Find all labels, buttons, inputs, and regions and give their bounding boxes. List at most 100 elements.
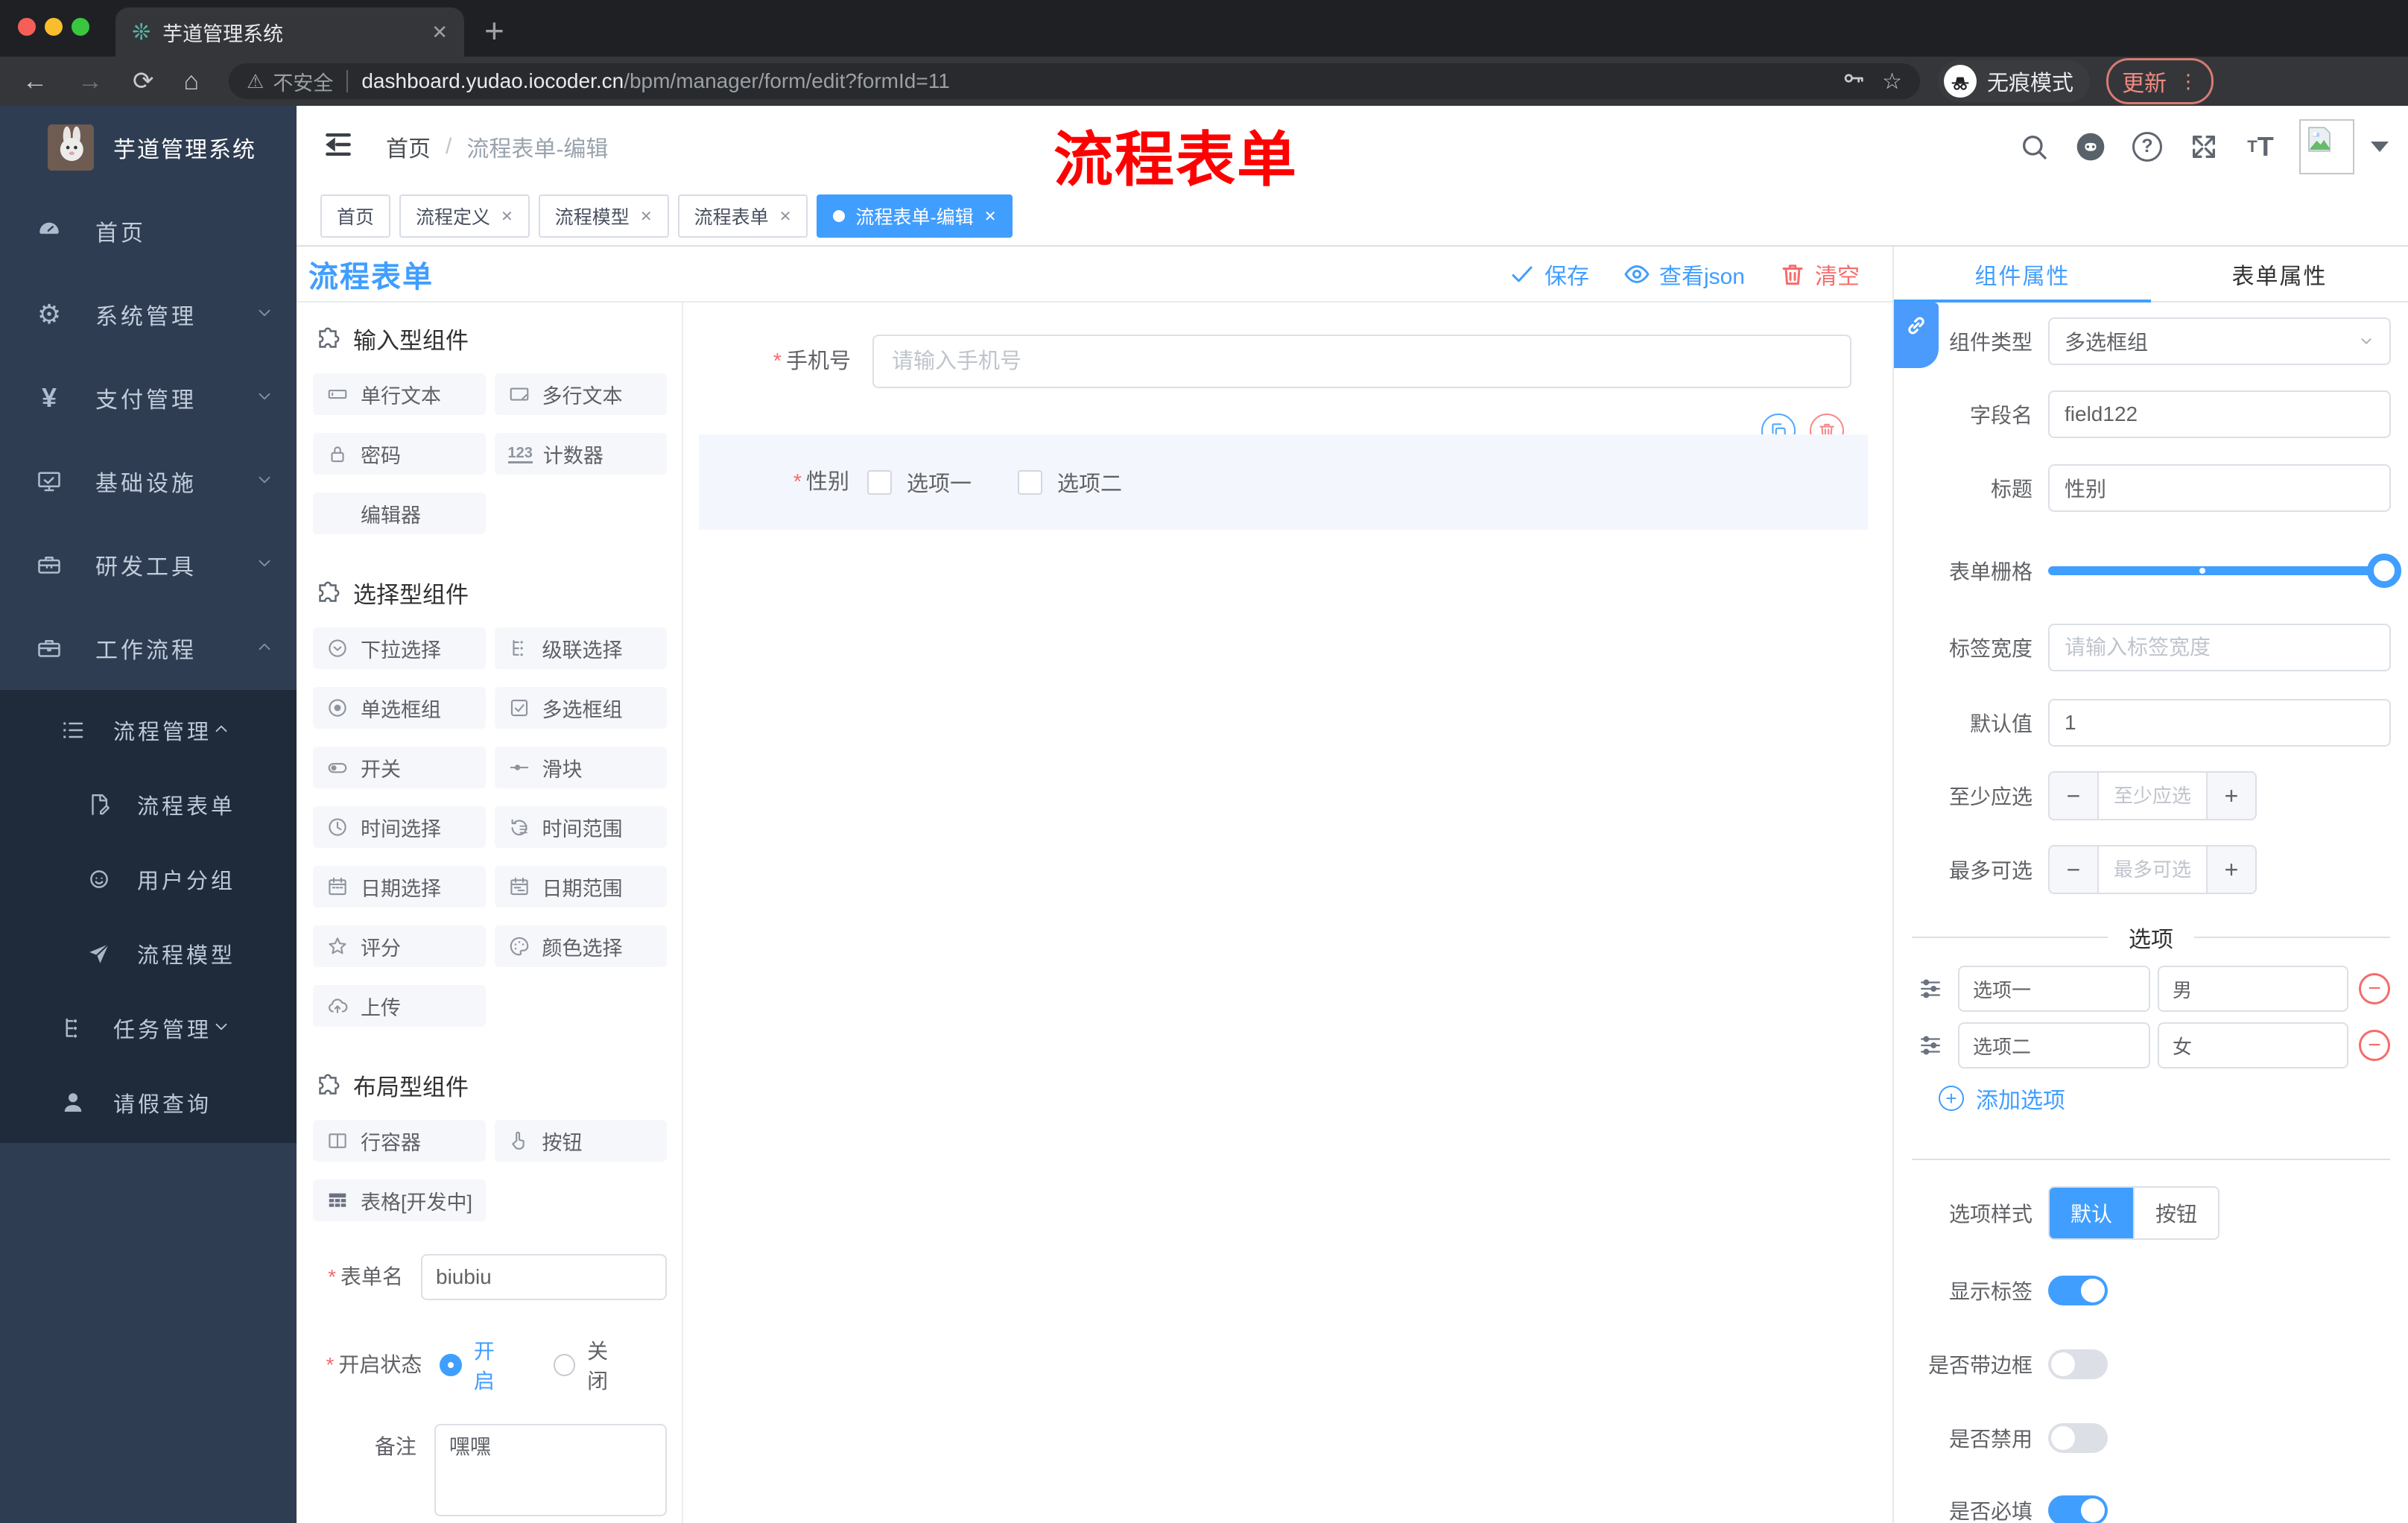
- label-width-input[interactable]: [2048, 624, 2391, 671]
- component-rate[interactable]: 评分: [313, 925, 486, 967]
- reload-icon[interactable]: ⟳: [133, 66, 154, 96]
- checkbox-option2[interactable]: [1018, 469, 1043, 495]
- tag-home[interactable]: 首页: [320, 194, 391, 238]
- form-remark-textarea[interactable]: 嘿嘿: [434, 1424, 667, 1516]
- option1-value-input[interactable]: [2158, 966, 2348, 1012]
- save-button[interactable]: 保存: [1509, 258, 1589, 291]
- default-value-input[interactable]: [2048, 699, 2391, 747]
- component-color-select[interactable]: 颜色选择: [494, 925, 667, 967]
- new-tab-button[interactable]: +: [484, 10, 504, 51]
- zoom-window-button[interactable]: [72, 18, 89, 36]
- tag-process-model[interactable]: 流程模型 ✕: [538, 194, 669, 238]
- breadcrumb-home[interactable]: 首页: [386, 130, 431, 163]
- component-button[interactable]: 按钮: [494, 1120, 667, 1162]
- bookmark-star-icon[interactable]: ☆: [1882, 69, 1902, 95]
- add-option-button[interactable]: + 添加选项: [1939, 1082, 2065, 1115]
- browser-tab[interactable]: ❊ 芋道管理系统 ✕: [115, 7, 464, 57]
- sidebar-logo[interactable]: 芋道管理系统: [0, 106, 297, 189]
- max-checked-input[interactable]: [2099, 846, 2206, 893]
- sidebar-item-devtools[interactable]: 研发工具: [0, 523, 297, 607]
- phone-field-input[interactable]: [872, 335, 1851, 388]
- increase-button[interactable]: +: [2206, 773, 2255, 819]
- style-button-button[interactable]: 按钮: [2133, 1188, 2218, 1238]
- close-icon[interactable]: ✕: [640, 207, 653, 226]
- component-time-select[interactable]: 时间选择: [313, 806, 486, 848]
- sidebar-item-leave-query[interactable]: 请假查询: [0, 1066, 297, 1140]
- view-json-button[interactable]: 查看json: [1623, 258, 1745, 291]
- close-icon[interactable]: ✕: [501, 207, 513, 226]
- slider-handle[interactable]: [2367, 554, 2401, 588]
- browser-menu-icon[interactable]: ⋮: [2179, 72, 2198, 91]
- props-drawer-handle[interactable]: [1894, 303, 1939, 368]
- component-single-text[interactable]: 单行文本: [313, 373, 486, 415]
- min-checked-input[interactable]: [2099, 773, 2206, 819]
- home-icon[interactable]: ⌂: [184, 67, 200, 96]
- tag-process-definition[interactable]: 流程定义 ✕: [399, 194, 530, 238]
- field-name-input[interactable]: [2048, 390, 2391, 438]
- sidebar-item-home[interactable]: 首页: [0, 189, 297, 273]
- drag-handle-icon[interactable]: [1918, 976, 1943, 1001]
- chevron-down-icon[interactable]: [2371, 141, 2389, 152]
- component-dropdown[interactable]: 下拉选择: [313, 627, 486, 669]
- required-toggle[interactable]: [2048, 1495, 2108, 1523]
- style-default-button[interactable]: 默认: [2050, 1188, 2133, 1238]
- search-icon[interactable]: [2018, 130, 2050, 163]
- fullscreen-icon[interactable]: [2187, 130, 2220, 163]
- show-label-toggle[interactable]: [2048, 1276, 2108, 1305]
- decrease-button[interactable]: −: [2050, 773, 2099, 819]
- component-date-range[interactable]: 日期范围: [494, 866, 667, 908]
- sidebar-item-system[interactable]: ⚙ 系统管理: [0, 273, 297, 356]
- close-icon[interactable]: ✕: [779, 207, 792, 226]
- tag-process-form[interactable]: 流程表单 ✕: [677, 194, 808, 238]
- increase-button[interactable]: +: [2206, 846, 2255, 893]
- address-bar[interactable]: ⚠ 不安全 dashboard.yudao.iocoder.cn /bpm/ma…: [229, 63, 1921, 99]
- title-input[interactable]: [2048, 464, 2391, 512]
- sidebar-item-infrastructure[interactable]: 基础设施: [0, 440, 297, 523]
- component-type-select[interactable]: 多选框组: [2048, 317, 2391, 365]
- close-icon[interactable]: ✕: [984, 207, 997, 226]
- form-canvas[interactable]: *手机号 *性别 选项一 选项二: [683, 303, 1892, 1523]
- password-key-icon[interactable]: [1842, 66, 1866, 96]
- option2-value-input[interactable]: [2158, 1022, 2348, 1068]
- checkbox-option1[interactable]: [867, 469, 892, 495]
- collapse-sidebar-icon[interactable]: [322, 128, 355, 165]
- component-multi-text[interactable]: 多行文本: [494, 373, 667, 415]
- component-checkbox-group[interactable]: 多选框组: [494, 687, 667, 729]
- sidebar-item-process-model[interactable]: 流程模型: [0, 916, 297, 991]
- sidebar-item-task-mgmt[interactable]: 任务管理: [0, 991, 297, 1066]
- sidebar-item-process-mgmt[interactable]: 流程管理: [0, 693, 297, 767]
- avatar[interactable]: [2299, 118, 2354, 174]
- component-counter[interactable]: 123 计数器: [494, 433, 667, 475]
- form-name-input[interactable]: [421, 1254, 667, 1300]
- border-toggle[interactable]: [2048, 1349, 2108, 1379]
- close-tab-icon[interactable]: ✕: [431, 21, 448, 44]
- tab-form-props[interactable]: 表单属性: [2151, 247, 2408, 301]
- sidebar-item-workflow[interactable]: 工作流程: [0, 607, 297, 690]
- component-editor[interactable]: 编辑器: [313, 493, 486, 534]
- radio-open[interactable]: 开启: [440, 1335, 514, 1395]
- component-time-range[interactable]: 时间范围: [494, 806, 667, 848]
- component-row-container[interactable]: 行容器: [313, 1120, 486, 1162]
- font-size-icon[interactable]: TT: [2244, 130, 2277, 163]
- component-date-select[interactable]: 日期选择: [313, 866, 486, 908]
- tag-process-form-edit[interactable]: 流程表单-编辑 ✕: [817, 194, 1013, 238]
- help-icon[interactable]: ?: [2131, 130, 2164, 163]
- remove-option-button[interactable]: −: [2359, 973, 2390, 1004]
- radio-closed[interactable]: 关闭: [553, 1335, 628, 1395]
- component-upload[interactable]: 上传: [313, 985, 486, 1027]
- option2-label-input[interactable]: [1958, 1022, 2150, 1068]
- tab-component-props[interactable]: 组件属性: [1894, 247, 2151, 301]
- component-switch[interactable]: 开关: [313, 747, 486, 788]
- option1-label-input[interactable]: [1958, 966, 2150, 1012]
- form-grid-slider[interactable]: [2048, 554, 2401, 588]
- component-slider[interactable]: 滑块: [494, 747, 667, 788]
- component-password[interactable]: 密码: [313, 433, 486, 475]
- back-icon[interactable]: ←: [22, 67, 48, 96]
- component-cascade[interactable]: 级联选择: [494, 627, 667, 669]
- drag-handle-icon[interactable]: [1918, 1033, 1943, 1058]
- component-table[interactable]: 表格[开发中]: [313, 1180, 486, 1221]
- remove-option-button[interactable]: −: [2359, 1030, 2390, 1061]
- clear-button[interactable]: 清空: [1779, 258, 1860, 291]
- sidebar-item-payment[interactable]: ¥ 支付管理: [0, 356, 297, 440]
- close-window-button[interactable]: [18, 18, 36, 36]
